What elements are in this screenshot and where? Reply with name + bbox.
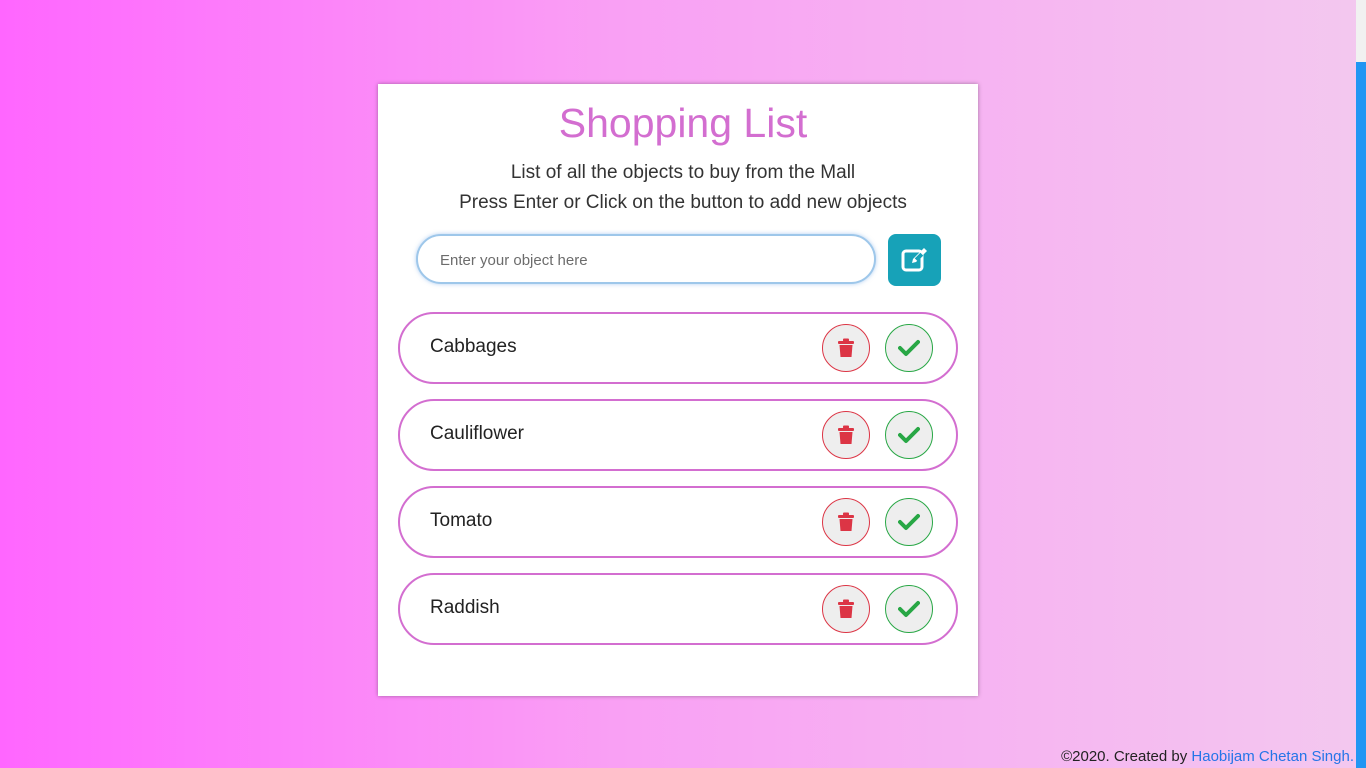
edit-icon xyxy=(901,248,927,272)
footer: ©2020. Created by Haobijam Chetan Singh. xyxy=(1061,748,1354,765)
subtitle-instructions: Press Enter or Click on the button to ad… xyxy=(459,192,907,213)
list-item: Raddish xyxy=(398,573,958,645)
trash-icon xyxy=(838,425,854,444)
trash-icon xyxy=(838,599,854,618)
page-title: Shopping List xyxy=(558,100,808,146)
footer-text: ©2020. Created by xyxy=(1061,748,1192,765)
trash-icon xyxy=(838,338,854,357)
item-label: Tomato xyxy=(430,510,493,531)
check-icon xyxy=(898,601,920,617)
done-button[interactable] xyxy=(885,411,933,459)
done-button[interactable] xyxy=(885,498,933,546)
object-input-wrapper xyxy=(416,234,876,284)
check-icon xyxy=(898,427,920,443)
list-item: Cauliflower xyxy=(398,399,958,471)
list-item: Cabbages xyxy=(398,312,958,384)
trash-icon xyxy=(838,512,854,531)
delete-button[interactable] xyxy=(822,411,870,459)
add-object-button[interactable] xyxy=(888,234,941,286)
delete-button[interactable] xyxy=(822,498,870,546)
check-icon xyxy=(898,340,920,356)
done-button[interactable] xyxy=(885,324,933,372)
subtitle-description: List of all the objects to buy from the … xyxy=(510,162,856,183)
list-item: Tomato xyxy=(398,486,958,558)
item-label: Raddish xyxy=(430,597,500,618)
object-input[interactable] xyxy=(438,236,862,284)
check-icon xyxy=(898,514,920,530)
item-label: Cauliflower xyxy=(430,423,524,444)
delete-button[interactable] xyxy=(822,324,870,372)
delete-button[interactable] xyxy=(822,585,870,633)
done-button[interactable] xyxy=(885,585,933,633)
item-label: Cabbages xyxy=(430,336,517,357)
author-link[interactable]: Haobijam Chetan Singh. xyxy=(1191,748,1354,765)
